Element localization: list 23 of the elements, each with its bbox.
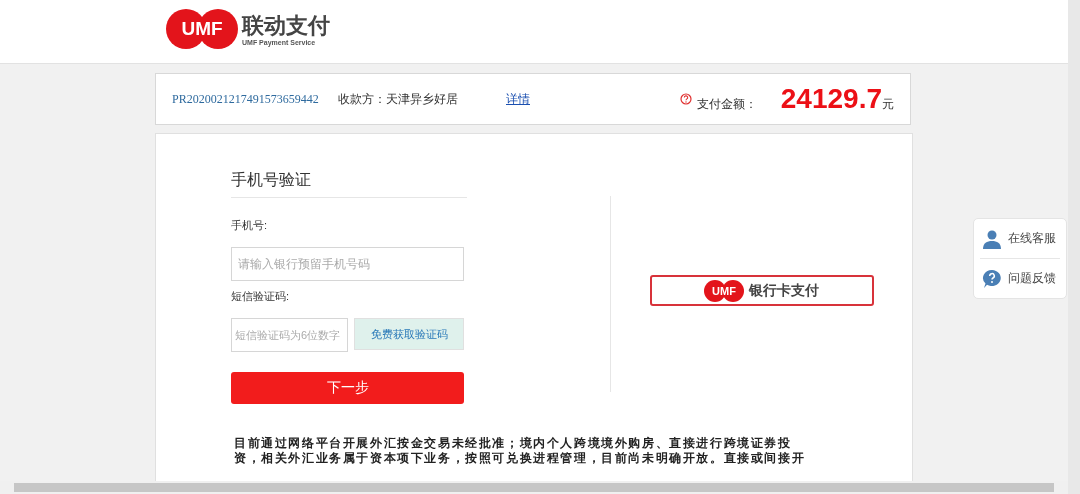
field-label: 手机号: [231,218,269,233]
input-field[interactable]: 短信验证码为6位数字 [231,318,348,352]
scrollbar[interactable] [1068,0,1080,494]
order-number: PR2020021217491573659442 [172,91,320,107]
person-icon [982,228,1002,249]
notice-text: 资，相关外汇业务属于资本项下业务，按照可兑换进程管理，目前尚未明确开放。直接或间接开 [234,451,807,466]
amount-label: 支付金额： [696,96,757,113]
input-field[interactable]: 请输入银行预留手机号码 [231,247,464,281]
currency-text: 元 [882,96,894,113]
amount-value: 24129.7 [780,83,882,115]
bank-card-button[interactable]: UMF 银行卡支付 [649,275,874,306]
payee-text: 收款方：天津异乡好居 [338,90,459,108]
form-title: 手机号验证 [231,170,467,198]
notice-text: 目前通过网络平台开展外汇按金交易未经批准；境内个人跨境境外购房、直接进行跨境证券投 [234,436,793,451]
get-code-button[interactable]: 免费获取验证码 [354,318,464,350]
brand-name: 联动支付 [242,12,330,39]
next-button[interactable]: 下一步 [231,372,464,404]
question-icon [982,268,1002,289]
help-icon [679,93,692,105]
details-link[interactable]: 详情 [506,90,530,108]
side-item[interactable]: 问题反馈 [980,258,1060,298]
side-item[interactable]: 在线客服 [980,219,1060,258]
field-label: 短信验证码: [231,289,291,304]
